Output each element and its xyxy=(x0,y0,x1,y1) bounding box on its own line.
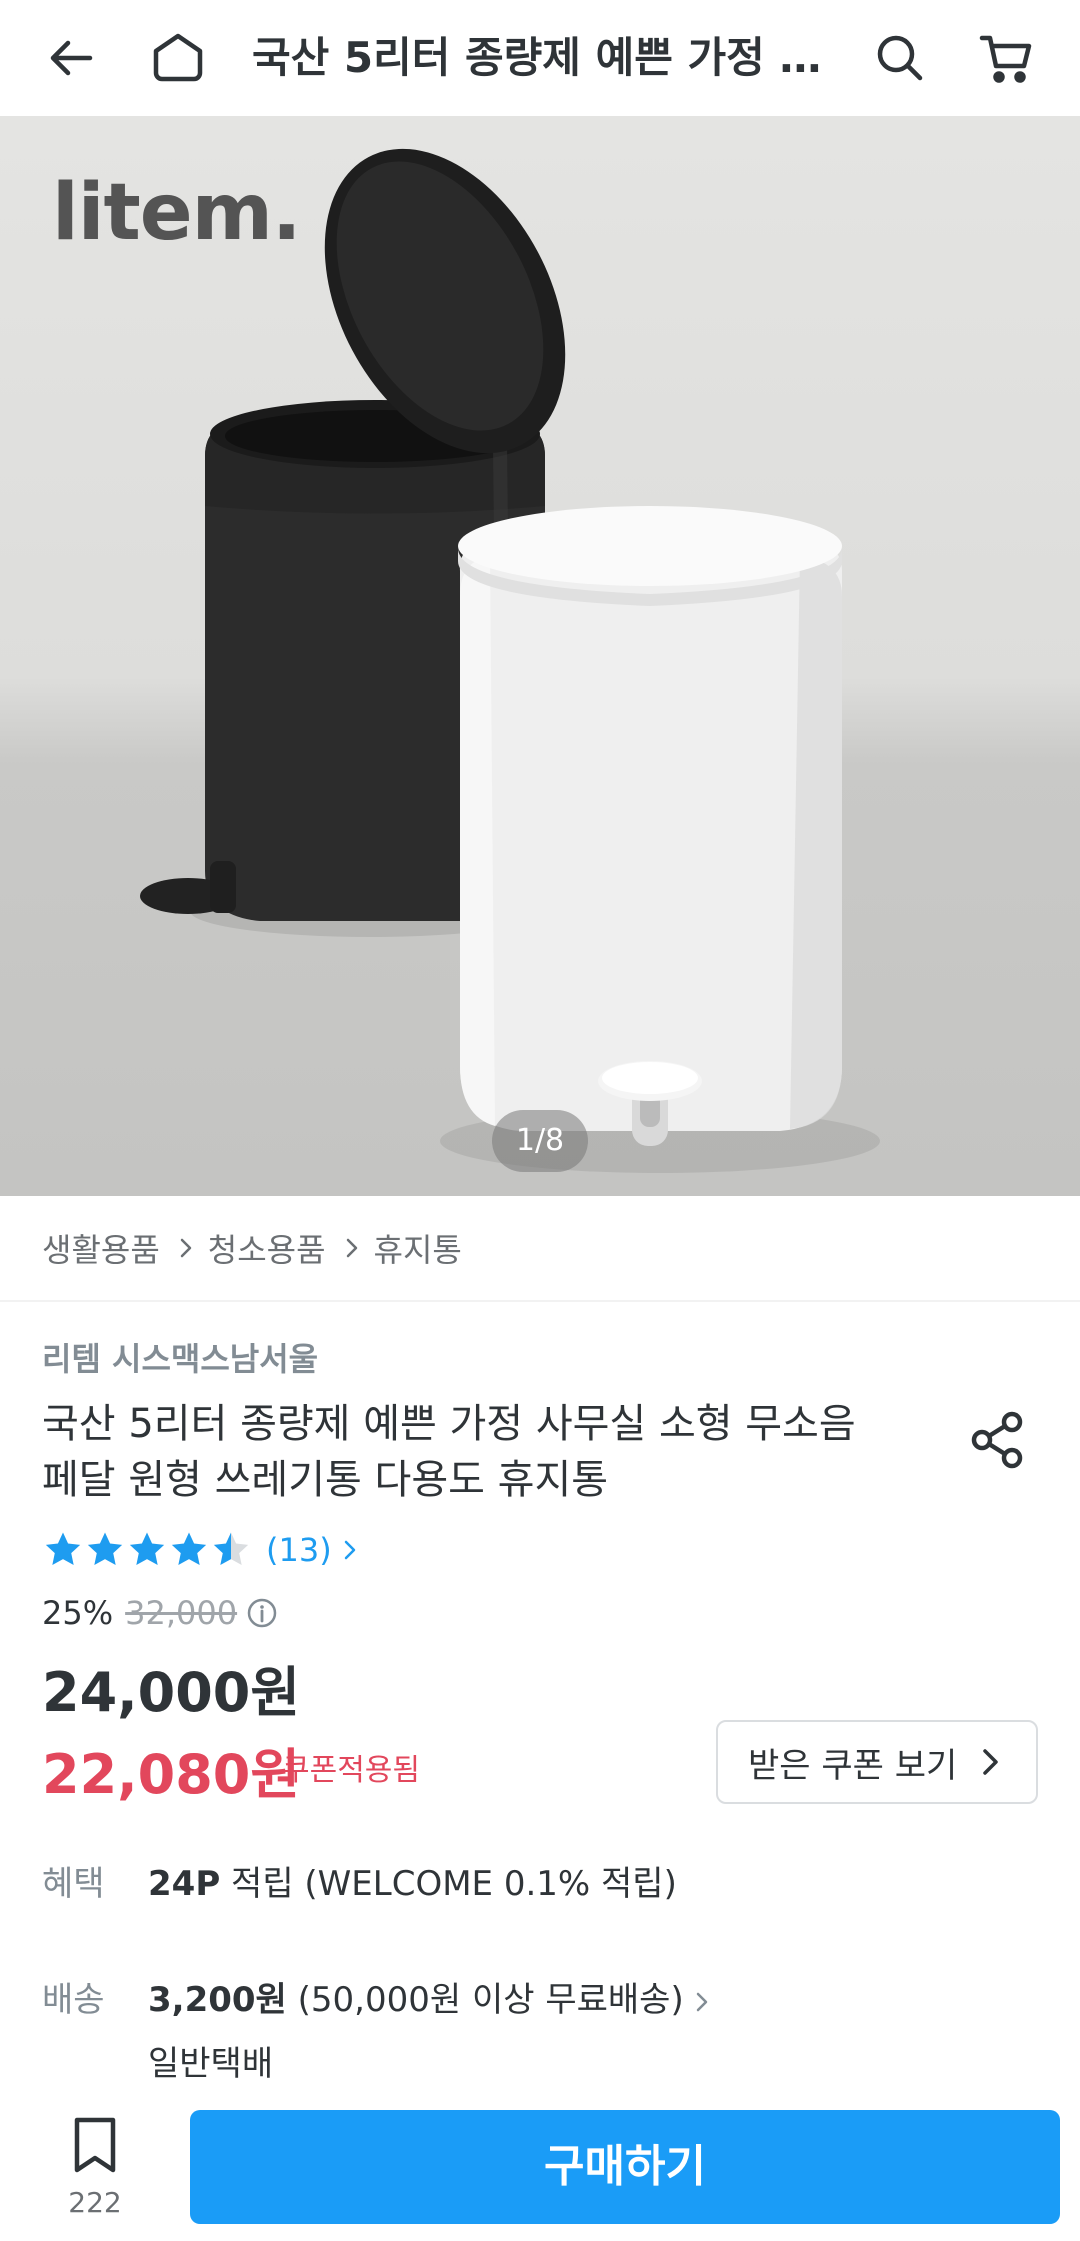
breadcrumb-item[interactable]: 청소용품 xyxy=(208,1225,326,1271)
star-icon xyxy=(87,1532,123,1566)
shipping-label: 배송 xyxy=(42,1980,105,2020)
top-app-bar: 국산 5리터 종량제 예쁜 가정 사무실 소형 무소음 페달 원형 쓰레기통 다… xyxy=(0,0,1080,116)
review-count[interactable]: (13) xyxy=(266,1531,332,1569)
bookmark-button[interactable]: 222 xyxy=(60,2116,130,2236)
chevron-right-icon xyxy=(983,1749,999,1775)
star-icon xyxy=(45,1532,81,1566)
benefit-points: 24P xyxy=(148,1864,221,1904)
coupon-price: 22,080원 xyxy=(42,1743,301,1806)
sale-price: 24,000원 xyxy=(42,1661,301,1724)
share-icon[interactable] xyxy=(966,1408,1030,1472)
home-icon[interactable] xyxy=(148,28,208,88)
chevron-right-icon xyxy=(696,1992,707,2011)
breadcrumb-item[interactable]: 생활용품 xyxy=(42,1225,160,1271)
star-icon xyxy=(129,1532,165,1566)
search-icon[interactable] xyxy=(870,28,930,88)
original-price: 32,000 xyxy=(125,1594,238,1632)
product-name-line: 페달 원형 쓰레기통 다용도 휴지통 xyxy=(42,1457,609,1503)
coupon-applied-tag: 쿠폰적용됨 xyxy=(282,1753,420,1788)
back-arrow-icon[interactable] xyxy=(42,28,102,88)
chevron-right-icon xyxy=(344,1540,355,1560)
product-name-line: 국산 5리터 종량제 예쁜 가정 사무실 소형 무소음 xyxy=(42,1401,856,1447)
discount-row: 25% 32,000 xyxy=(42,1590,279,1636)
buy-button[interactable]: 구매하기 xyxy=(190,2110,1060,2224)
rating-row[interactable]: (13) xyxy=(42,1526,364,1574)
cart-icon[interactable] xyxy=(976,28,1036,88)
page-title: 국산 5리터 종량제 예쁜 가정 사무실 소형 무소음 페달 원형 쓰레기통 다… xyxy=(252,33,832,82)
chevron-right-icon xyxy=(346,1238,357,1258)
bottom-action-bar: 222 구매하기 xyxy=(0,2096,1080,2241)
benefit-value: 24P 적립 (WELCOME 0.1% 적립) xyxy=(148,1856,677,1905)
discount-rate: 25% xyxy=(42,1594,114,1632)
star-rating xyxy=(42,1529,252,1571)
shipping-method: 일반택배 xyxy=(148,2044,274,2084)
image-counter: 1/8 xyxy=(492,1110,588,1172)
product-photo xyxy=(140,148,880,1173)
breadcrumb: 생활용품 청소용품 휴지통 xyxy=(42,1224,462,1272)
product-image-carousel[interactable]: litem. 1/8 xyxy=(0,116,1080,1196)
seller-name[interactable]: 리템 시스맥스남서울 xyxy=(42,1334,318,1380)
benefit-detail: 적립 (WELCOME 0.1% 적립) xyxy=(220,1864,677,1904)
bookmark-icon xyxy=(74,2117,116,2173)
shipping-value[interactable]: 3,200원 (50,000원 이상 무료배송) xyxy=(148,1972,716,2021)
divider xyxy=(0,1300,1080,1302)
chevron-right-icon xyxy=(180,1238,192,1258)
view-coupons-button[interactable]: 받은 쿠폰 보기 xyxy=(716,1720,1038,1804)
info-icon[interactable] xyxy=(245,1596,279,1630)
bookmark-count: 222 xyxy=(68,2186,122,2219)
product-name: 국산 5리터 종량제 예쁜 가정 사무실 소형 무소음 페달 원형 쓰레기통 다… xyxy=(42,1396,922,1508)
shipping-detail: (50,000원 이상 무료배송) xyxy=(286,1980,684,2020)
shipping-fee: 3,200원 xyxy=(148,1980,287,2020)
star-icon xyxy=(171,1532,207,1566)
breadcrumb-item[interactable]: 휴지통 xyxy=(374,1225,462,1271)
half-star-icon xyxy=(213,1532,249,1566)
view-coupons-label: 받은 쿠폰 보기 xyxy=(748,1745,958,1786)
benefit-label: 혜택 xyxy=(42,1864,105,1904)
brand-logo: litem. xyxy=(52,168,302,258)
